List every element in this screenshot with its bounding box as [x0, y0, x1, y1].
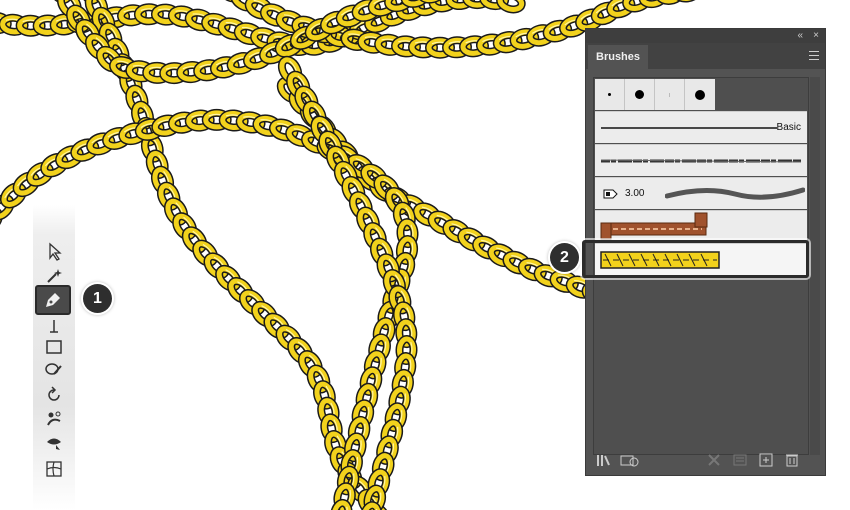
- panel-menu-icon[interactable]: [809, 51, 819, 60]
- brush-width-value: 3.00: [625, 188, 645, 199]
- blob-brush-icon: [45, 363, 62, 375]
- rectangle-icon: [46, 340, 62, 354]
- brush-basic[interactable]: Basic: [595, 111, 807, 143]
- calligraphic-brush-row: [595, 79, 717, 110]
- pen-icon: [46, 293, 60, 307]
- direct-selection-icon: [49, 242, 62, 261]
- delete-brush-icon[interactable]: [784, 453, 800, 467]
- tab-brushes[interactable]: Brushes: [588, 45, 649, 69]
- remove-stroke-icon[interactable]: [706, 453, 722, 467]
- mesh-tool[interactable]: [37, 456, 71, 482]
- close-panel-icon[interactable]: ×: [813, 30, 819, 41]
- width-profile-icon: [603, 189, 618, 199]
- new-brush-icon[interactable]: [758, 453, 774, 467]
- free-transform-icon: [47, 438, 61, 450]
- pen-tool[interactable]: [35, 285, 71, 315]
- brush-dot-small[interactable]: [595, 79, 625, 110]
- brush-options-icon[interactable]: [732, 453, 748, 467]
- brush-basic-label: Basic: [776, 122, 801, 133]
- puppet-warp-tool[interactable]: [37, 406, 71, 432]
- tools-panel: [33, 205, 75, 510]
- brush-list-scrollbar[interactable]: [810, 77, 820, 455]
- panel-bottom-bar: [586, 445, 825, 475]
- rotate-icon: [48, 386, 60, 401]
- puppet-warp-icon: [47, 411, 61, 426]
- brown-chain-pattern-preview: [600, 212, 708, 240]
- callout-1: 1: [83, 284, 112, 313]
- panel-tab-bar: Brushes: [586, 43, 825, 69]
- brush-charcoal[interactable]: [595, 144, 807, 176]
- charcoal-stroke-preview: [601, 159, 802, 163]
- brush-dot-large-2[interactable]: [685, 79, 715, 110]
- free-transform-tool[interactable]: [37, 430, 71, 456]
- mesh-icon: [46, 461, 62, 477]
- chain-link: [498, 0, 523, 12]
- width-stroke-preview: [665, 187, 805, 200]
- brush-libraries-icon[interactable]: [596, 453, 612, 467]
- brush-library-menu-icon[interactable]: [620, 453, 640, 467]
- brush-brown-chain[interactable]: [595, 210, 807, 242]
- collapse-panel-icon[interactable]: «: [797, 30, 803, 41]
- selection-tool[interactable]: [37, 239, 71, 265]
- brush-dot-large[interactable]: [625, 79, 655, 110]
- magic-wand-icon: [47, 269, 62, 283]
- rotate-tool[interactable]: [37, 382, 71, 408]
- brush-width-profile[interactable]: 3.00: [595, 177, 807, 209]
- rectangle-tool[interactable]: [37, 334, 71, 360]
- callout-2: 2: [550, 243, 579, 272]
- basic-stroke-preview: [601, 127, 777, 129]
- brush-dot-tiny[interactable]: [655, 79, 685, 110]
- panel-title-strip: « ×: [586, 29, 825, 43]
- paintbrush-tool[interactable]: [37, 358, 71, 384]
- selected-brush-highlight: [582, 240, 809, 278]
